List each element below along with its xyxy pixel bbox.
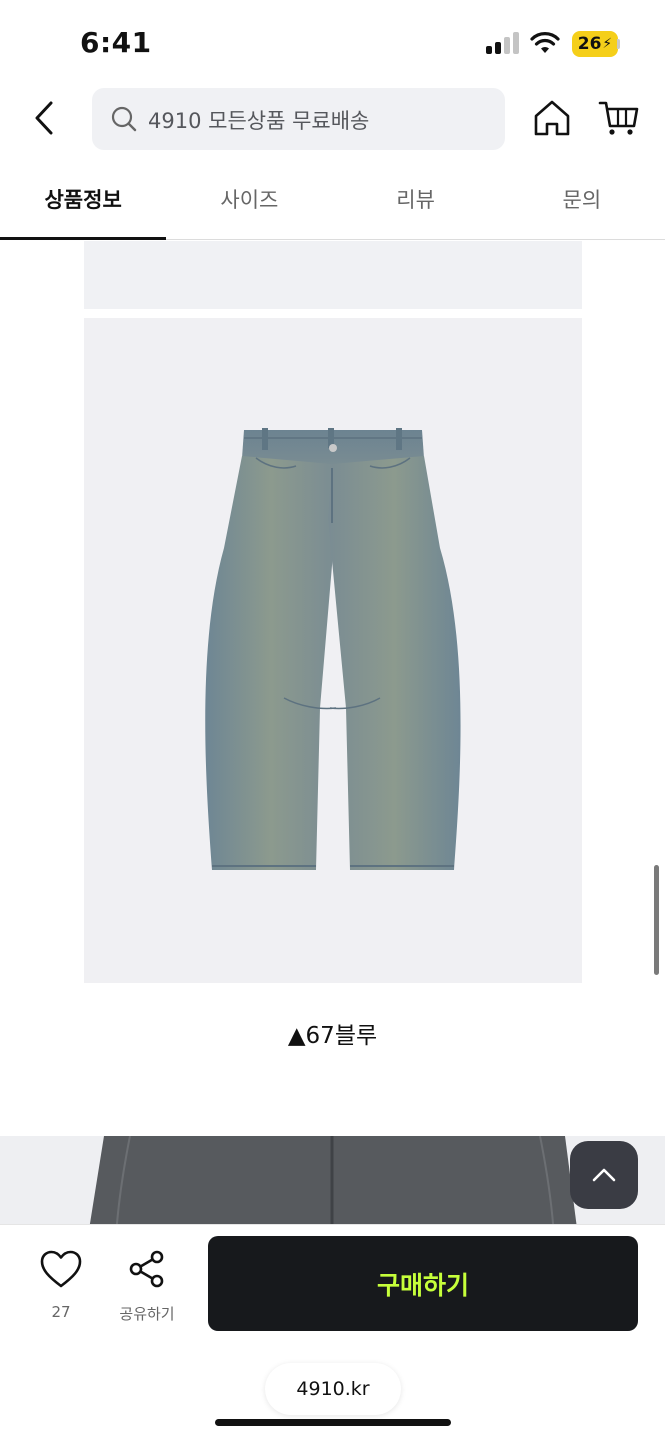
charging-bolt-icon: ⚡: [602, 36, 613, 52]
scrollbar[interactable]: [654, 865, 659, 975]
signal-icon: [486, 32, 520, 54]
previous-product-image: [84, 241, 582, 309]
scroll-to-top-button[interactable]: [570, 1141, 638, 1209]
search-input[interactable]: 4910 모든상품 무료배송: [92, 88, 505, 150]
share-icon: [129, 1250, 164, 1288]
product-image: [84, 318, 582, 983]
tab-review[interactable]: 리뷰: [333, 160, 499, 239]
status-bar: 6:41 26 ⚡: [0, 0, 665, 88]
wifi-icon: [530, 32, 560, 53]
search-icon: [111, 106, 137, 132]
product-caption: ▲67블루: [287, 1023, 378, 1049]
bottom-action-bar: 27 공유하기 구매하기 4910.kr: [0, 1224, 665, 1440]
battery-tip: [617, 39, 620, 49]
next-product-image: [0, 1136, 665, 1225]
like-count: 27: [51, 1303, 71, 1321]
status-time: 6:41: [80, 26, 152, 59]
share-button[interactable]: 공유하기: [112, 1249, 182, 1329]
tab-inquiry[interactable]: 문의: [499, 160, 665, 239]
search-placeholder: 4910 모든상품 무료배송: [148, 109, 370, 133]
header-bar: 4910 모든상품 무료배송: [0, 86, 665, 152]
dark-jeans-photo: [89, 1136, 577, 1225]
product-tabs: 상품정보 사이즈 리뷰 문의: [0, 160, 665, 240]
like-button[interactable]: 27: [36, 1249, 86, 1329]
back-button[interactable]: [24, 94, 64, 142]
home-icon[interactable]: [532, 98, 572, 138]
battery-indicator: 26 ⚡: [572, 31, 618, 57]
share-label: 공유하기: [119, 1305, 175, 1323]
chevron-up-icon: [592, 1168, 616, 1182]
tab-product-info[interactable]: 상품정보: [0, 160, 167, 240]
cart-icon[interactable]: [598, 98, 640, 138]
heart-icon: [40, 1250, 82, 1288]
tab-size[interactable]: 사이즈: [166, 160, 332, 239]
url-bar[interactable]: 4910.kr: [265, 1363, 401, 1415]
chevron-left-icon: [35, 101, 53, 135]
product-detail-content[interactable]: ▲67블루: [0, 241, 665, 1225]
battery-level: 26: [577, 34, 602, 54]
buy-button[interactable]: 구매하기: [208, 1236, 638, 1331]
jeans-photo: [205, 428, 461, 870]
home-indicator[interactable]: [215, 1419, 451, 1426]
